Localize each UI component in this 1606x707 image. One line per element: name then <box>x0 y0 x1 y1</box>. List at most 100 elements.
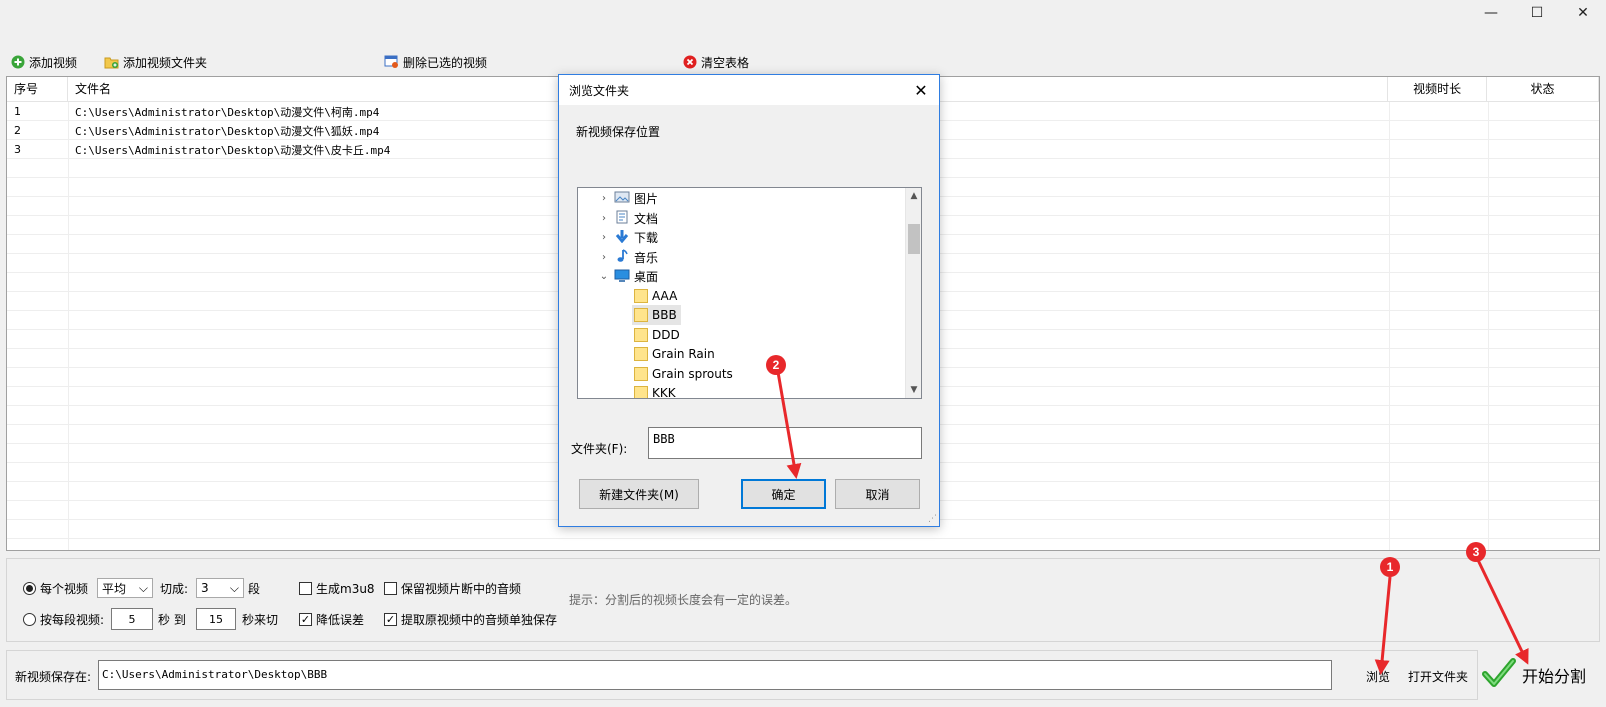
each-video-option[interactable]: 每个视频 <box>23 580 88 597</box>
mode-select[interactable]: 平均 ⌵ <box>97 578 153 598</box>
new-folder-button[interactable]: 新建文件夹(M) <box>579 479 699 509</box>
tree-item-folder-selected[interactable]: BBB <box>632 305 681 325</box>
column-header-duration[interactable]: 视频时长 <box>1388 77 1488 102</box>
gen-m3u8-checkbox[interactable] <box>299 582 312 595</box>
tree-item-downloads[interactable]: › 下载 <box>598 227 658 247</box>
segments-unit: 段 <box>248 582 261 596</box>
each-video-radio[interactable] <box>23 582 36 595</box>
chevron-down-icon: ⌵ <box>138 580 148 595</box>
scroll-up-icon[interactable]: ▲ <box>906 188 921 204</box>
row-index: 3 <box>14 143 21 156</box>
tree-scrollbar[interactable]: ▲ ▼ <box>905 188 921 398</box>
add-folder-button[interactable]: 添加视频文件夹 <box>104 52 207 72</box>
chevron-right-icon[interactable]: › <box>598 193 610 204</box>
resize-grip-icon[interactable]: ⋰ <box>928 514 937 524</box>
reduce-error-label: 降低误差 <box>316 613 365 627</box>
cut-into-label: 切成: <box>160 582 189 596</box>
reduce-error-checkbox[interactable]: ✓ <box>299 613 312 626</box>
scroll-down-icon[interactable]: ▼ <box>906 382 921 398</box>
extract-audio-option[interactable]: ✓ 提取原视频中的音频单独保存 <box>384 611 557 628</box>
folder-name-input[interactable]: BBB <box>648 427 922 459</box>
dialog-title: 浏览文件夹 <box>569 83 630 98</box>
browse-button[interactable]: 浏览 <box>1366 668 1390 685</box>
per-segment-option[interactable]: 按每段视频: <box>23 611 104 628</box>
gen-m3u8-option[interactable]: 生成m3u8 <box>299 580 375 597</box>
tree-item-folder[interactable]: AAA <box>634 286 677 306</box>
segments-value: 3 <box>201 581 209 595</box>
folder-icon <box>634 308 648 322</box>
seconds-cut-label: 秒来切 <box>242 613 279 627</box>
segments-select[interactable]: 3 ⌵ <box>196 578 244 598</box>
seconds-to-input[interactable]: 15 <box>196 608 236 630</box>
column-header-status[interactable]: 状态 <box>1487 77 1599 102</box>
save-path-label: 新视频保存在: <box>15 670 92 684</box>
music-note-icon <box>614 248 630 266</box>
folder-tree[interactable]: › 图片 › 文档 › 下载 › 音乐 ⌄ 桌面 AAA BBB DDD Gra… <box>577 187 922 399</box>
folder-add-icon <box>104 55 119 70</box>
tree-item-folder[interactable]: Grain sprouts <box>634 364 733 384</box>
row-filename: C:\Users\Administrator\Desktop\动漫文件\皮卡丘.… <box>75 143 391 157</box>
tree-label: Grain sprouts <box>652 367 733 381</box>
dialog-close-icon[interactable]: ✕ <box>911 80 931 100</box>
dialog-title-bar[interactable]: 浏览文件夹 <box>559 75 939 105</box>
table-grid-line <box>7 539 1599 550</box>
annotation-marker-3: 3 <box>1466 542 1486 562</box>
add-circle-icon <box>10 55 25 70</box>
tree-label: AAA <box>652 289 678 303</box>
folder-icon <box>634 347 648 361</box>
delete-selected-button[interactable]: 删除已选的视频 <box>384 52 487 72</box>
folder-icon <box>634 386 648 398</box>
chevron-right-icon[interactable]: › <box>598 213 610 224</box>
tree-label: 图片 <box>634 191 659 206</box>
checkmark-icon <box>1482 657 1516 693</box>
chevron-right-icon[interactable]: › <box>598 252 610 263</box>
desktop-icon <box>614 268 630 285</box>
open-folder-button[interactable]: 打开文件夹 <box>1408 668 1468 685</box>
scroll-thumb[interactable] <box>908 224 920 254</box>
window-delete-icon <box>384 55 399 70</box>
tree-item-folder[interactable]: KKK <box>634 383 676 398</box>
seconds-from-input[interactable]: 5 <box>111 608 153 630</box>
save-path-panel: 新视频保存在: C:\Users\Administrator\Desktop\B… <box>6 650 1478 700</box>
tree-label: BBB <box>652 308 677 322</box>
column-header-index[interactable]: 序号 <box>7 77 68 102</box>
tree-item-documents[interactable]: › 文档 <box>598 208 658 228</box>
extract-audio-checkbox[interactable]: ✓ <box>384 613 397 626</box>
start-split-button[interactable]: 开始分割 <box>1478 650 1600 700</box>
folder-icon <box>634 328 648 342</box>
keep-audio-checkbox[interactable] <box>384 582 397 595</box>
tree-item-music[interactable]: › 音乐 <box>598 247 658 267</box>
download-arrow-icon <box>614 229 630 246</box>
tree-label: DDD <box>652 328 680 342</box>
maximize-button[interactable]: ☐ <box>1514 0 1560 26</box>
pictures-icon <box>614 190 630 207</box>
delete-selected-label: 删除已选的视频 <box>403 55 488 70</box>
chevron-right-icon[interactable]: › <box>598 232 610 243</box>
per-segment-label: 按每段视频: <box>40 613 105 627</box>
tree-item-desktop[interactable]: ⌄ 桌面 <box>598 266 658 286</box>
annotation-marker-1: 1 <box>1380 557 1400 577</box>
chevron-down-icon[interactable]: ⌄ <box>598 271 610 282</box>
each-video-label: 每个视频 <box>40 582 89 596</box>
tree-item-folder[interactable]: DDD <box>634 325 680 345</box>
add-video-button[interactable]: 添加视频 <box>10 52 77 72</box>
reduce-error-option[interactable]: ✓ 降低误差 <box>299 611 364 628</box>
cancel-button[interactable]: 取消 <box>835 479 920 509</box>
browse-folder-dialog[interactable]: 浏览文件夹 ✕ 新视频保存位置 › 图片 › 文档 › 下载 › 音乐 ⌄ 桌面 <box>558 74 940 527</box>
save-path-input[interactable]: C:\Users\Administrator\Desktop\BBB <box>98 660 1332 690</box>
seconds-to-label: 秒 到 <box>158 613 186 627</box>
minimize-button[interactable]: — <box>1468 0 1514 26</box>
keep-audio-label: 保留视频片断中的音频 <box>401 582 522 596</box>
tree-label: Grain Rain <box>652 347 715 361</box>
clear-table-button[interactable]: 清空表格 <box>682 52 749 72</box>
tree-label: 下载 <box>634 230 659 245</box>
row-index: 1 <box>14 105 21 118</box>
per-segment-radio[interactable] <box>23 613 36 626</box>
close-window-button[interactable]: ✕ <box>1560 0 1606 26</box>
tree-item-pictures[interactable]: › 图片 <box>598 188 658 208</box>
keep-audio-option[interactable]: 保留视频片断中的音频 <box>384 580 521 597</box>
tree-item-folder[interactable]: Grain Rain <box>634 344 715 364</box>
clear-x-icon <box>682 55 697 70</box>
ok-button[interactable]: 确定 <box>741 479 826 509</box>
mode-value: 平均 <box>102 581 127 596</box>
